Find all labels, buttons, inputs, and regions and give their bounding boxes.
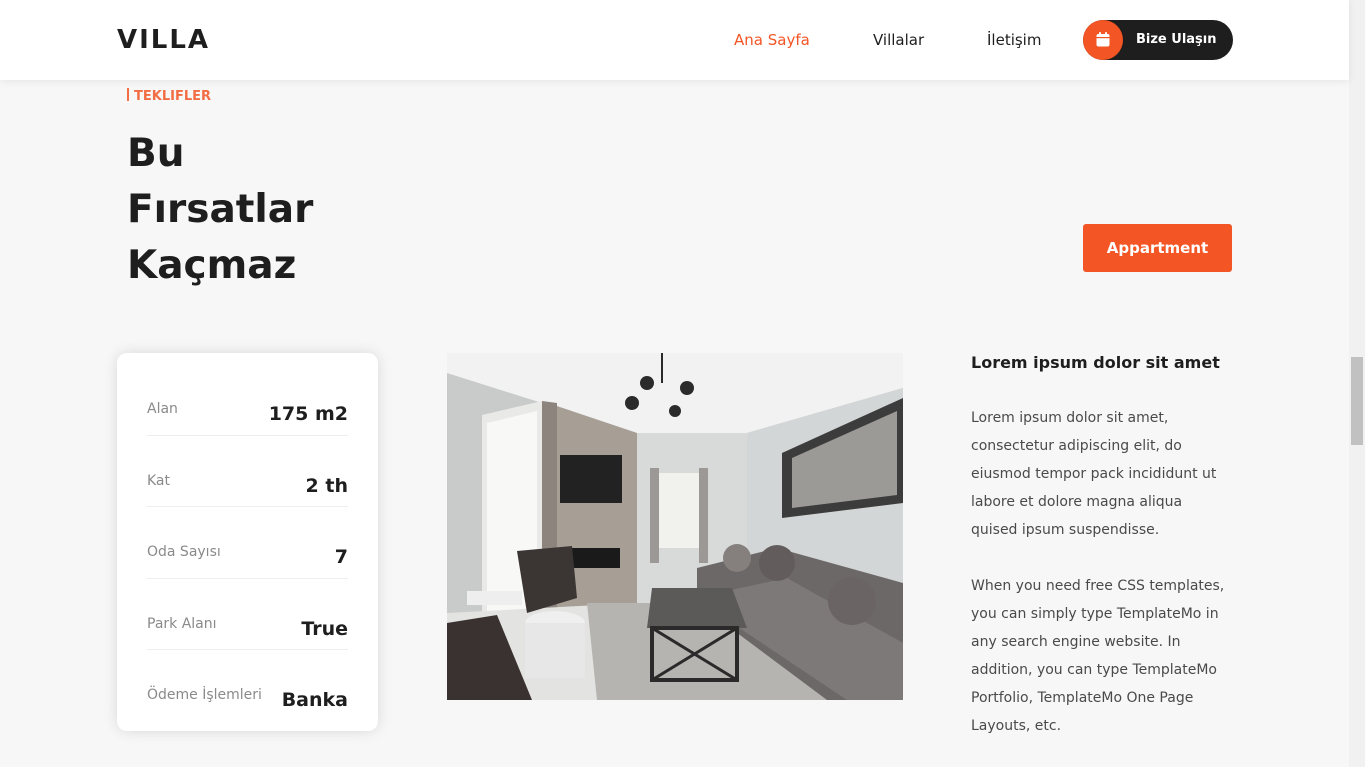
info-card: Alan 175 m2 Kat 2 th Oda Sayısı 7 Park A… [117,353,378,731]
info-value: Banka [281,689,348,711]
section-tag: TEKLIFLER [127,88,211,104]
headline-line-2: Fırsatlar [127,187,314,232]
scrollbar-thumb[interactable] [1351,357,1363,445]
info-row-kat: Kat 2 th [147,436,348,507]
section-tag-label: TEKLIFLER [134,89,211,104]
info-label: Oda Sayısı [147,544,221,560]
info-value: 2 th [305,474,348,497]
contact-button-label: Bize Ulaşın [1136,32,1217,47]
description-line: any search engine website. In [971,634,1181,650]
description-line: Layouts, etc. [971,718,1062,734]
description-line: you can simply type TemplateMo in [971,606,1219,622]
site-header: VILLA Ana Sayfa Villalar İletişim Bize U… [0,0,1349,80]
description-line: consectetur adipiscing elit, do [971,438,1182,454]
info-row-alan: Alan 175 m2 [147,364,348,436]
description-line: When you need free CSS templates, [971,578,1225,594]
description-line: Portfolio, TemplateMo One Page [971,690,1194,706]
nav-link-ana-sayfa[interactable]: Ana Sayfa [734,31,810,49]
tag-bar [127,88,129,101]
description-line: eiusmod tempor pack incididunt ut [971,466,1217,482]
contact-button[interactable]: Bize Ulaşın [1083,20,1233,60]
description-paragraph-2: When you need free CSS templates, you ca… [971,572,1236,740]
info-value: 175 m2 [268,403,348,425]
headline-line-1: Bu [127,131,185,176]
info-row-oda-sayisi: Oda Sayısı 7 [147,507,348,579]
description-line: quised ipsum suspendisse. [971,522,1160,538]
info-row-odeme: Ödeme İşlemleri Banka [147,650,348,722]
info-label: Ödeme İşlemleri [147,687,262,703]
description-line: Lorem ipsum dolor sit amet, [971,410,1169,426]
nav-link-villalar[interactable]: Villalar [873,31,924,49]
appartment-button[interactable]: Appartment [1083,224,1232,272]
info-label: Kat [147,472,171,489]
info-label: Park Alanı [147,615,217,632]
info-row-park-alani: Park Alanı True [147,579,348,650]
living-room-illustration [447,353,903,700]
info-value: True [301,617,348,640]
calendar-icon-badge [1083,20,1123,60]
description-paragraph-1: Lorem ipsum dolor sit amet, consectetur … [971,404,1236,544]
description-line: addition, you can type TemplateMo [971,662,1217,678]
description-title: Lorem ipsum dolor sit amet [971,353,1220,372]
headline-line-3: Kaçmaz [127,243,297,288]
page-scrollbar[interactable] [1349,0,1365,767]
description-line: labore et dolore magna aliqua [971,494,1183,510]
nav-link-iletisim[interactable]: İletişim [987,31,1041,49]
section-headline: Bu Fırsatlar Kaçmaz [127,126,367,294]
info-value: 7 [334,546,348,568]
living-room-photo [447,353,903,700]
calendar-icon [1096,32,1110,47]
logo[interactable]: VILLA [117,25,210,55]
info-label: Alan [147,401,178,417]
